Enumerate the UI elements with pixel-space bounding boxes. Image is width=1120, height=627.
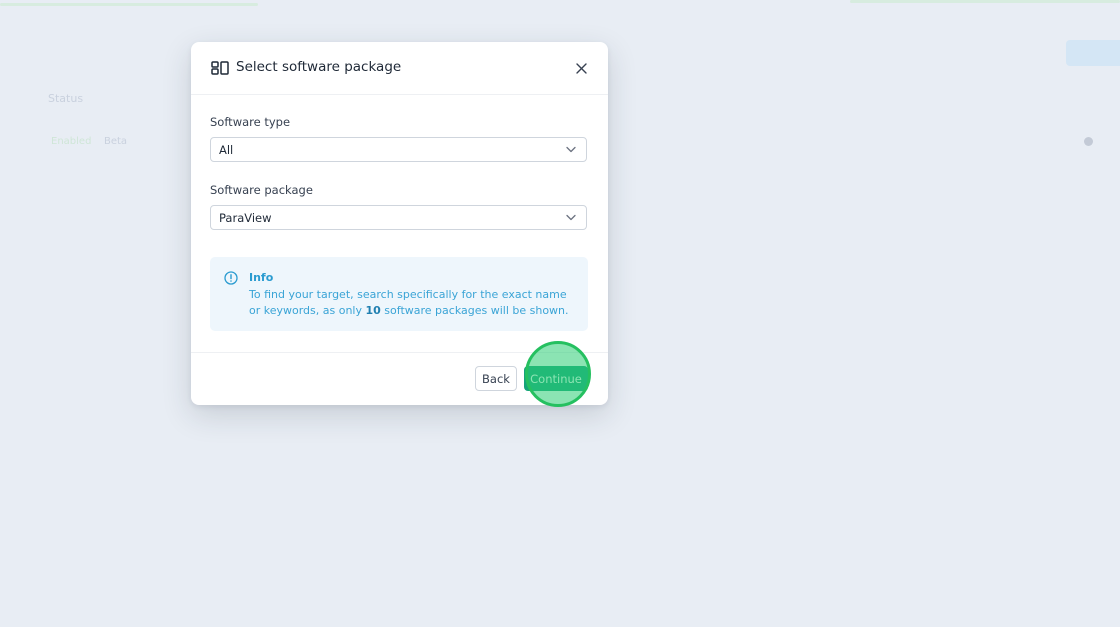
- info-message-end: software packages will be shown.: [380, 304, 569, 317]
- background-action-button: [1066, 40, 1120, 66]
- software-package-value: ParaView: [219, 211, 272, 225]
- software-package-select[interactable]: ParaView: [210, 205, 587, 230]
- background-status-extra: Beta: [104, 136, 128, 147]
- background-row-icon: [1084, 137, 1093, 146]
- info-circle-icon: [224, 271, 238, 285]
- dialog-title: Select software package: [236, 59, 402, 75]
- package-icon: [211, 61, 229, 75]
- software-type-label: Software type: [210, 115, 291, 129]
- info-title: Info: [249, 271, 274, 284]
- background-status-value: Enabled: [51, 136, 92, 147]
- close-button[interactable]: [572, 59, 590, 77]
- chevron-down-icon: [566, 146, 576, 153]
- background-progress: [0, 3, 258, 6]
- software-type-value: All: [219, 143, 234, 157]
- continue-button[interactable]: Continue: [524, 366, 588, 391]
- info-callout: Info To find your target, search specifi…: [210, 257, 588, 331]
- background-status-header: Status: [48, 92, 84, 105]
- close-icon: [575, 62, 587, 74]
- info-message: To find your target, search specifically…: [249, 287, 579, 319]
- select-software-package-dialog: Select software package Software type Al…: [191, 42, 608, 407]
- dialog-footer: [191, 352, 608, 353]
- dialog-header: Select software package: [191, 42, 608, 95]
- software-type-select[interactable]: All: [210, 137, 587, 162]
- info-package-limit: 10: [365, 304, 381, 317]
- back-button[interactable]: Back: [475, 366, 517, 391]
- background-progress-2: [850, 0, 1120, 3]
- software-package-label: Software package: [210, 183, 313, 197]
- chevron-down-icon: [566, 214, 576, 221]
